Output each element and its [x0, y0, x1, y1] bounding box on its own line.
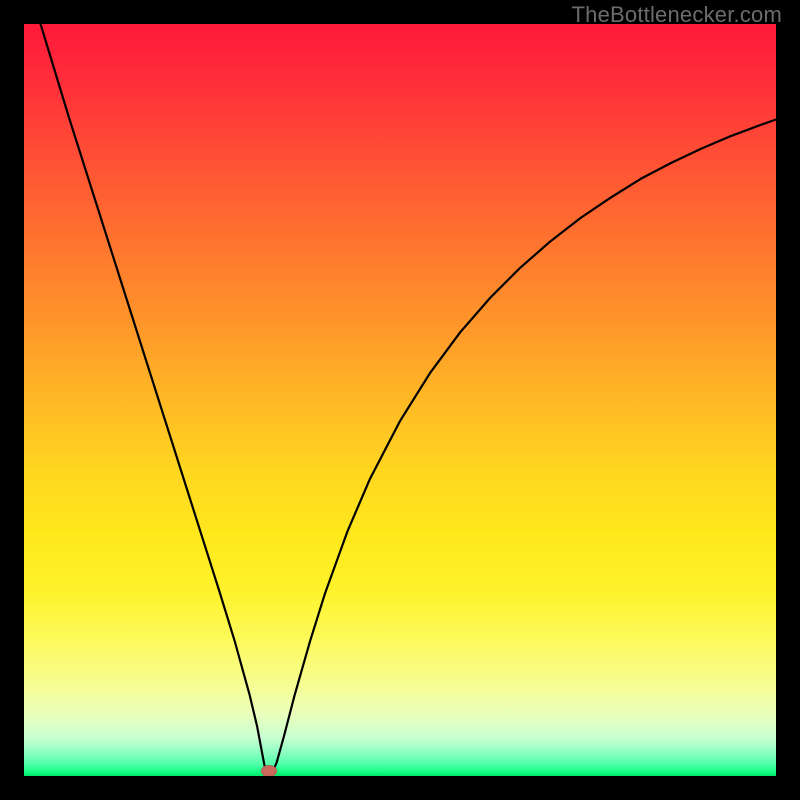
chart-curve [24, 24, 776, 776]
watermark-text: TheBottlenecker.com [572, 2, 782, 28]
optimal-point-marker [261, 765, 277, 776]
chart-frame: TheBottlenecker.com [0, 0, 800, 800]
chart-plot-area [24, 24, 776, 776]
bottleneck-curve-path [41, 24, 776, 773]
